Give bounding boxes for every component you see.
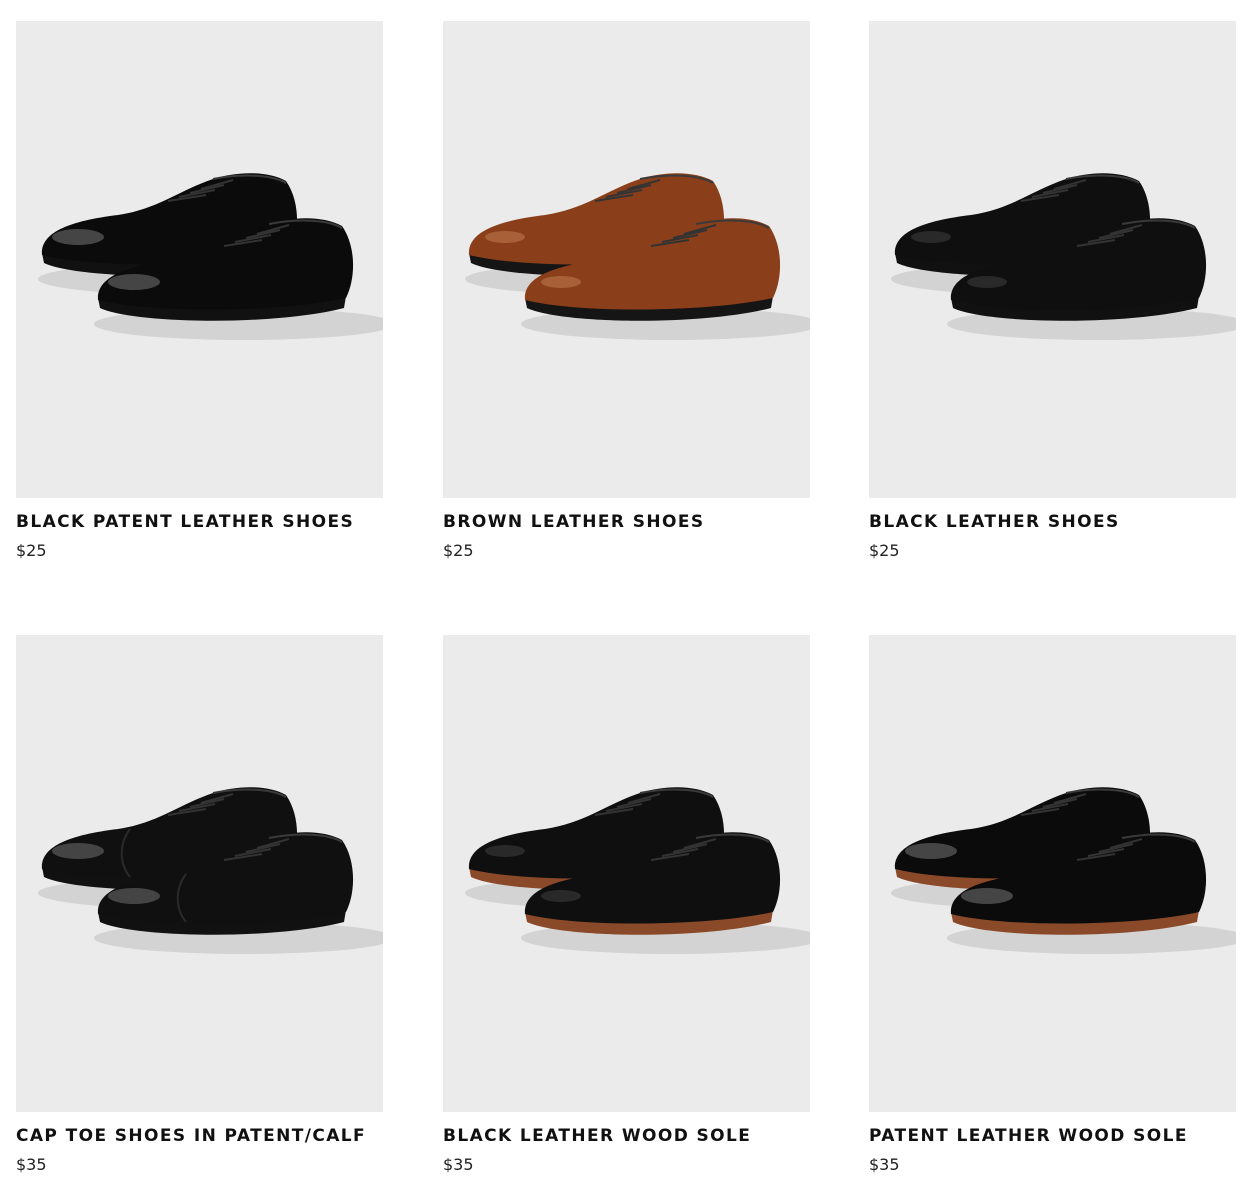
shoe-pair-image — [465, 173, 810, 340]
product-card[interactable]: BLACK PATENT LEATHER SHOES $25 — [16, 21, 383, 560]
product-name[interactable]: BLACK PATENT LEATHER SHOES — [16, 512, 383, 532]
shoe-pair-image — [891, 173, 1236, 340]
shoe-pair-image — [38, 173, 383, 340]
product-price: $25 — [869, 541, 900, 560]
product-price: $25 — [443, 541, 474, 560]
product-card[interactable]: CAP TOE SHOES IN PATENT/CALF $35 — [16, 635, 383, 1174]
product-name[interactable]: CAP TOE SHOES IN PATENT/CALF — [16, 1126, 383, 1146]
product-image[interactable] — [443, 635, 810, 1112]
shoe-pair-image — [465, 787, 810, 954]
product-price: $35 — [869, 1155, 900, 1174]
product-image[interactable] — [869, 635, 1236, 1112]
shoe-pair-image — [891, 787, 1236, 954]
product-price: $25 — [16, 541, 47, 560]
product-card[interactable]: PATENT LEATHER WOOD SOLE $35 — [869, 635, 1236, 1174]
product-card[interactable]: BROWN LEATHER SHOES $25 — [443, 21, 810, 560]
product-name[interactable]: BROWN LEATHER SHOES — [443, 512, 810, 532]
product-image[interactable] — [16, 21, 383, 498]
product-image[interactable] — [443, 21, 810, 498]
product-image[interactable] — [16, 635, 383, 1112]
product-price: $35 — [443, 1155, 474, 1174]
product-name[interactable]: BLACK LEATHER WOOD SOLE — [443, 1126, 810, 1146]
product-grid: BLACK PATENT LEATHER SHOES $25 BROWN LEA… — [0, 0, 1254, 1195]
product-price: $35 — [16, 1155, 47, 1174]
product-card[interactable]: BLACK LEATHER WOOD SOLE $35 — [443, 635, 810, 1174]
product-card[interactable]: BLACK LEATHER SHOES $25 — [869, 21, 1236, 560]
product-name[interactable]: BLACK LEATHER SHOES — [869, 512, 1236, 532]
product-name[interactable]: PATENT LEATHER WOOD SOLE — [869, 1126, 1236, 1146]
shoe-pair-image — [38, 787, 383, 954]
product-image[interactable] — [869, 21, 1236, 498]
